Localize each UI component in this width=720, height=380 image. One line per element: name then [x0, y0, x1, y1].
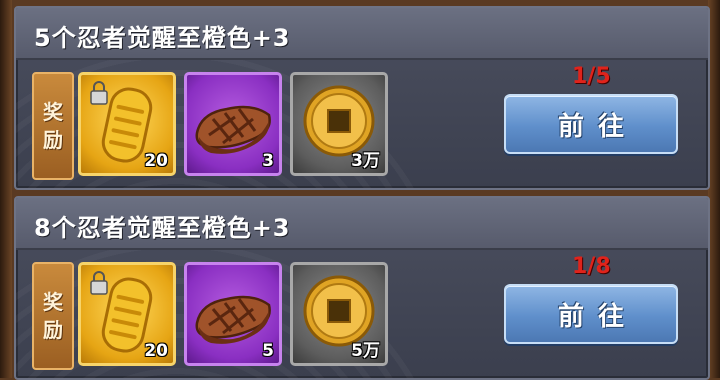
reward-label-char: 励 [43, 128, 63, 152]
task-title: 5个忍者觉醒至橙色+3 [34, 24, 291, 52]
task-card: 5个忍者觉醒至橙色+3 奖 励 20 3 3万 1/5 前往 [14, 6, 710, 190]
reward-qty: 5万 [351, 341, 380, 361]
reward-qty: 3 [262, 151, 274, 171]
task-progress: 1/5 [572, 64, 611, 89]
reward-qty: 3万 [351, 151, 380, 171]
reward-slot-scroll[interactable]: 20 [78, 262, 176, 366]
reward-label: 奖 励 [32, 262, 74, 370]
task-title: 8个忍者觉醒至橙色+3 [34, 214, 291, 242]
reward-slot-scroll[interactable]: 20 [78, 72, 176, 176]
reward-qty: 20 [144, 341, 168, 361]
frame-left-edge [0, 0, 12, 378]
reward-slot-coin[interactable]: 3万 [290, 72, 388, 176]
reward-slot-meat[interactable]: 5 [184, 262, 282, 366]
reward-qty: 5 [262, 341, 274, 361]
task-title-bar: 8个忍者觉醒至橙色+3 [16, 198, 708, 250]
task-title-bar: 5个忍者觉醒至橙色+3 [16, 8, 708, 60]
go-button[interactable]: 前往 [504, 94, 678, 154]
task-progress: 1/8 [572, 254, 611, 279]
reward-label-char: 奖 [43, 100, 63, 124]
reward-label-char: 奖 [43, 290, 63, 314]
reward-label-char: 励 [43, 318, 63, 342]
go-button[interactable]: 前往 [504, 284, 678, 344]
reward-label: 奖 励 [32, 72, 74, 180]
reward-qty: 20 [144, 151, 168, 171]
task-card: 8个忍者觉醒至橙色+3 奖 励 20 5 5万 1/8 前往 [14, 196, 710, 380]
reward-slot-meat[interactable]: 3 [184, 72, 282, 176]
reward-slot-coin[interactable]: 5万 [290, 262, 388, 366]
